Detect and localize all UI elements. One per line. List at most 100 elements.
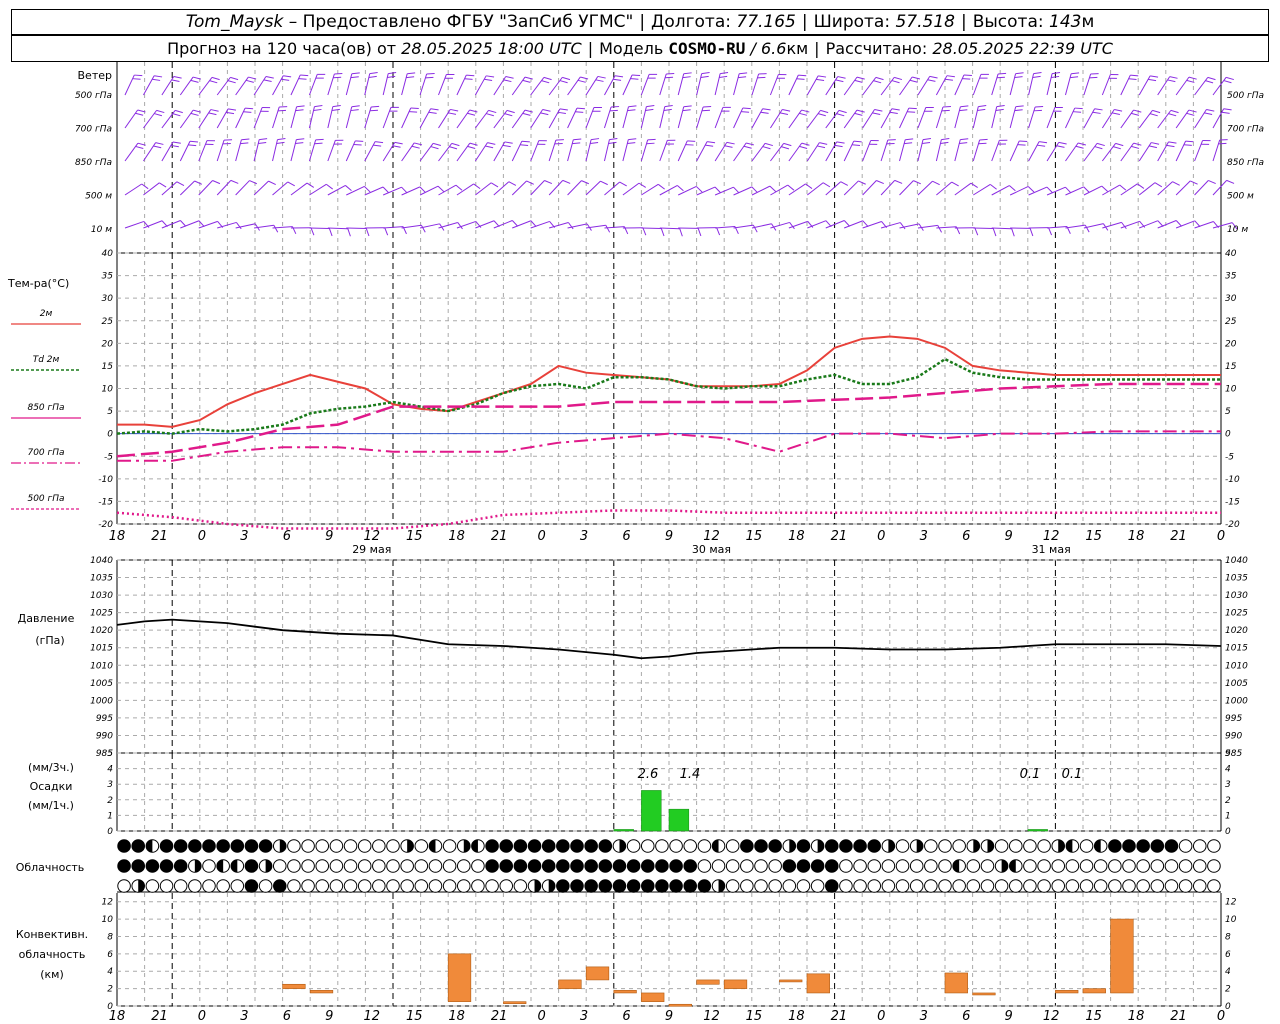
- wind-barb-shaft: [843, 140, 855, 162]
- x-hour-label-bottom: 21: [1170, 1009, 1187, 1024]
- wind-barb-shaft: [161, 110, 176, 129]
- wind-barb-feather: [836, 141, 845, 144]
- wind-barb-feather: [962, 78, 971, 80]
- cloud-symbol: [669, 879, 683, 893]
- wind-barb-feather: [937, 225, 943, 233]
- wind-barb-feather: [799, 112, 808, 116]
- conv-title-1: Конвективн.: [16, 928, 88, 941]
- wind-barb-shaft: [327, 106, 334, 129]
- x-hour-label-top: 15: [1085, 529, 1102, 544]
- wind-barb-shaft: [290, 139, 297, 162]
- wind-barb-feather: [1033, 72, 1042, 75]
- wind-barb-feather: [703, 105, 712, 108]
- wind-barb-feather: [889, 111, 898, 114]
- cloud-symbol: [428, 879, 443, 893]
- wind-barb-feather: [1128, 78, 1137, 80]
- wind-barb-feather: [325, 183, 333, 190]
- cloud-symbol: [952, 879, 966, 893]
- x-hour-label-bottom: 15: [746, 1009, 763, 1024]
- wind-barb-feather: [856, 109, 865, 113]
- x-hour-label-top: 0: [198, 529, 206, 544]
- wind-barb-shaft: [511, 76, 526, 96]
- wind-barb-feather: [410, 107, 419, 110]
- wind-barb-shaft: [382, 107, 392, 129]
- cloud-symbol-fill: [1094, 839, 1101, 853]
- wind-barb-feather: [908, 107, 917, 110]
- cloud-symbol: [867, 879, 882, 893]
- cloud-symbol: [258, 879, 273, 893]
- wind-barb-shaft: [696, 186, 716, 196]
- wind-barb-shaft: [272, 75, 284, 96]
- wind-barb-shaft: [1028, 106, 1036, 129]
- wind-barb-shaft: [622, 139, 629, 162]
- wind-barb-feather: [1205, 80, 1214, 84]
- cloud-symbol: [527, 839, 542, 853]
- wind-barb-feather: [929, 75, 938, 79]
- cloud-symbol: [1207, 879, 1221, 893]
- cloud-symbol: [343, 839, 358, 853]
- wind-barb-shaft: [382, 73, 389, 96]
- cloud-symbol: [584, 879, 598, 893]
- cloud-symbol: [824, 879, 839, 893]
- cloud-symbol: [697, 839, 712, 853]
- wind-barb-feather: [406, 76, 415, 79]
- wind-barb-feather: [1223, 108, 1232, 111]
- wind-barb-feather: [951, 181, 959, 187]
- wind-barb-shaft: [346, 185, 365, 196]
- y-tick-label-left: 12: [102, 898, 114, 908]
- wind-barb-feather: [486, 113, 494, 117]
- wind-barb-feather: [642, 227, 647, 236]
- wind-barb-feather: [609, 138, 618, 141]
- wind-barb-feather: [263, 79, 272, 82]
- wind-barb-feather: [781, 146, 790, 150]
- date-label: 29 мая: [352, 543, 391, 556]
- wind-barb-shaft: [844, 220, 864, 229]
- wind-barb-shaft: [401, 186, 421, 196]
- wind-barb-shaft: [880, 77, 895, 96]
- wind-barb-shaft: [419, 108, 432, 129]
- wind-barb-feather: [180, 220, 187, 227]
- x-hour-label-bottom: 9: [1005, 1009, 1013, 1024]
- wind-barb-shaft: [124, 183, 142, 196]
- cloud-symbol: [173, 859, 188, 873]
- wind-barb-feather: [1019, 140, 1028, 142]
- wind-barb-shaft: [659, 73, 667, 96]
- wind-barb-shaft: [530, 140, 540, 162]
- wind-barb-shaft: [235, 107, 246, 129]
- cloud-symbol: [1037, 839, 1051, 853]
- x-hour-label-bottom: 18: [788, 1009, 805, 1024]
- cloud-symbol: [895, 879, 910, 893]
- wind-barb-shaft: [124, 74, 135, 96]
- wind-barb-feather: [189, 140, 199, 143]
- wind-barb-feather: [502, 144, 511, 148]
- cloud-symbol: [697, 859, 712, 873]
- wind-barb-shaft: [1065, 224, 1086, 229]
- wind-barb-feather: [798, 74, 807, 77]
- wind-barb-feather: [840, 181, 849, 186]
- cloud-symbol-fill: [1066, 839, 1073, 853]
- cloud-symbol: [386, 839, 400, 853]
- wind-barb-shaft: [603, 139, 610, 162]
- precip-bar: [1027, 829, 1048, 832]
- y-tick-label-right: 12: [1225, 898, 1237, 908]
- wind-barb-feather: [208, 112, 217, 116]
- cloud-symbol: [966, 879, 981, 893]
- convective-bar: [668, 1003, 692, 1007]
- wind-barb-shaft: [1194, 77, 1209, 96]
- cloud-symbol: [655, 879, 669, 893]
- wind-barb-feather: [1027, 186, 1035, 193]
- convective-bar: [972, 992, 996, 996]
- y-tick-label-right: -5: [1225, 452, 1234, 462]
- wind-barb-shaft: [512, 220, 532, 229]
- wind-barb-feather: [394, 141, 403, 145]
- wind-barb-shaft: [1175, 220, 1195, 229]
- wind-barb-feather: [819, 142, 828, 145]
- cloud-symbol: [173, 839, 188, 853]
- conv-title-2: облачность: [19, 948, 86, 961]
- wind-barb-shaft: [677, 73, 685, 96]
- wind-barb-feather: [741, 111, 750, 113]
- wind-barb-shaft: [1046, 142, 1060, 162]
- wind-barb-shaft: [843, 180, 859, 196]
- wind-barb-feather: [739, 72, 748, 75]
- wind-barb-feather: [974, 227, 979, 236]
